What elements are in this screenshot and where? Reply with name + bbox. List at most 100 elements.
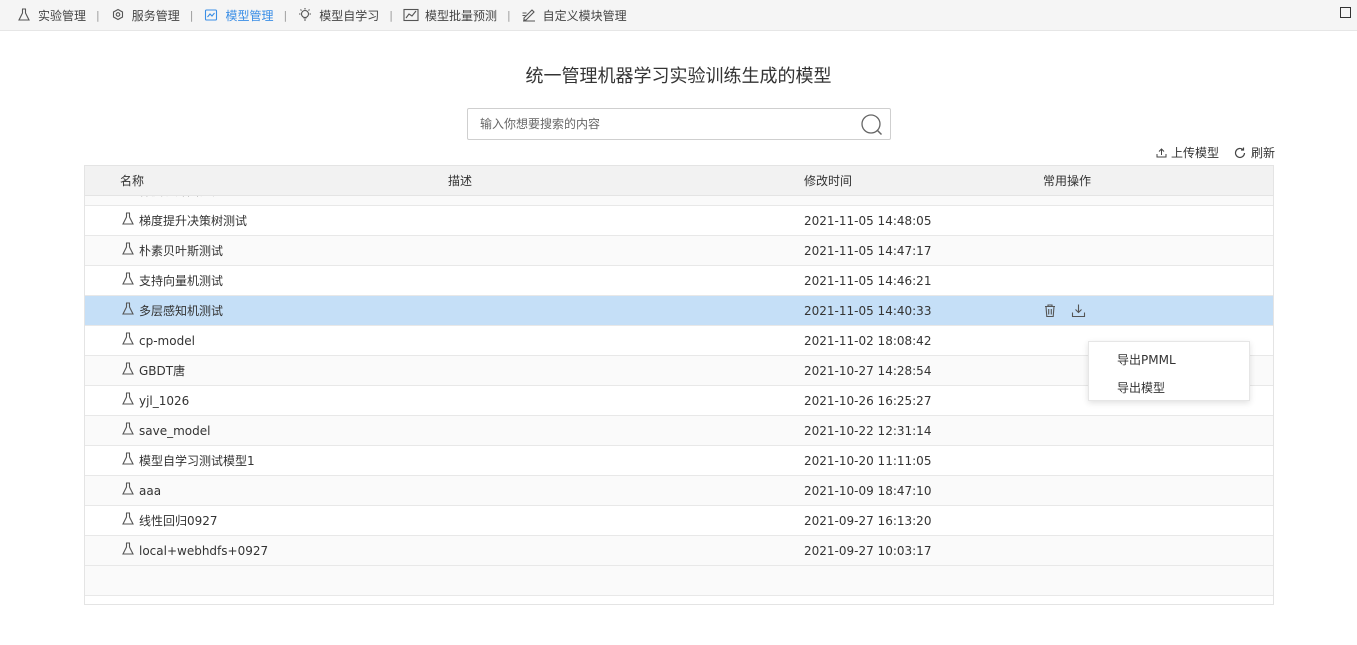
nav-label: 实验管理: [38, 8, 87, 23]
page-title: 统一管理机器学习实验训练生成的模型: [525, 66, 832, 87]
model-name: 多层感知机测试: [139, 304, 224, 318]
modified-time: 2021-11-05 14:40:33: [804, 304, 932, 318]
model-name: 模型自学习测试模型1: [139, 454, 255, 468]
trash-icon[interactable]: [1043, 303, 1059, 319]
flask-icon: [122, 302, 134, 315]
modified-time: 2021-11-05 14:48:05: [804, 214, 932, 228]
module-nav: 实验管理 | 服务管理 | 模型管理 | 模型自学习 | 模型批量预测 | 自定…: [16, 0, 627, 30]
table-header: 名称 描述 修改时间 常用操作: [85, 166, 1273, 196]
modified-time: 2021-11-02 18:08:42: [804, 334, 932, 348]
row-operations: [1043, 303, 1099, 319]
refresh-button[interactable]: 刷新: [1233, 144, 1275, 161]
model-name: local+webhdfs+0927: [139, 544, 269, 558]
search-input[interactable]: [468, 109, 860, 139]
search-icon[interactable]: [860, 113, 884, 137]
table-row[interactable]: 支持向量机测试 2021-11-05 14:46:21: [85, 266, 1273, 296]
table-row[interactable]: 线性回归0927 2021-09-27 16:13:20: [85, 506, 1273, 536]
nav-item-custom-modules[interactable]: 自定义模块管理: [521, 7, 627, 24]
model-name-cell: 支持向量机测试: [121, 266, 223, 296]
flask-icon: [16, 7, 32, 23]
table-row[interactable]: 朴素贝叶斯测试 2021-11-05 14:47:17: [85, 236, 1273, 266]
modified-time: 2021-11-05 14:46:21: [804, 274, 932, 288]
model-name: cp-model: [139, 334, 195, 348]
model-name: 朴素贝叶斯测试: [139, 244, 224, 258]
model-name-cell: cp-model: [121, 326, 195, 356]
nav-label: 模型管理: [225, 8, 274, 23]
modified-time: 2021-10-27 14:28:54: [804, 364, 932, 378]
model-name-cell: 朴素贝叶斯测试: [121, 236, 223, 266]
nav-separator: |: [283, 8, 288, 22]
modified-time: 2021-09-27 10:03:17: [804, 544, 932, 558]
column-header-description[interactable]: 描述: [448, 166, 472, 196]
flask-icon: [122, 332, 134, 345]
model-name: yjl_1026: [139, 394, 190, 408]
model-name: 支持向量机测试: [139, 274, 224, 288]
refresh-label: 刷新: [1250, 146, 1275, 160]
nav-item-models[interactable]: 模型管理: [203, 7, 273, 24]
nav-label: 模型批量预测: [424, 8, 497, 23]
nav-label: 自定义模块管理: [542, 8, 627, 23]
upload-icon: [1156, 148, 1167, 158]
flask-icon: [122, 542, 134, 555]
table-row[interactable]: save_model 2021-10-22 12:31:14: [85, 416, 1273, 446]
flask-icon: [122, 212, 134, 225]
model-name: GBDT唐: [139, 364, 186, 378]
model-name-cell: 模型自学习测试模型1: [121, 446, 255, 476]
chart-line-icon: [403, 7, 419, 23]
model-name-cell: 线性回归0927: [121, 506, 218, 536]
modified-time: 2021-10-22 12:31:14: [804, 424, 932, 438]
flask-icon: [122, 272, 134, 285]
column-header-operations: 常用操作: [1043, 174, 1092, 188]
nav-separator: |: [506, 8, 511, 22]
flask-icon: [122, 362, 134, 375]
nav-item-experiments[interactable]: 实验管理: [16, 7, 86, 24]
flask-icon: [122, 242, 134, 255]
export-model-item[interactable]: 导出模型: [1117, 379, 1165, 396]
nav-separator: |: [389, 8, 393, 22]
nav-label: 模型自学习: [319, 8, 380, 23]
nav-label: 服务管理: [131, 8, 180, 23]
model-name-cell: GBDT唐: [121, 356, 185, 386]
table-actions: 上传模型 刷新: [1156, 144, 1275, 161]
flask-icon: [122, 422, 134, 435]
model-name: save_model: [139, 424, 211, 438]
flask-icon: [122, 452, 134, 465]
table-row[interactable]: aaa 2021-10-09 18:47:10: [85, 476, 1273, 506]
upload-model-button[interactable]: 上传模型: [1156, 144, 1219, 161]
table-row[interactable]: 多层感知机测试 2021-11-05 14:40:33: [85, 296, 1273, 326]
model-name: aaa: [139, 484, 162, 498]
column-header-name[interactable]: 名称: [120, 166, 144, 196]
nav-item-self-learning[interactable]: 模型自学习: [297, 7, 379, 24]
model-name: 梯度提升决策树测试: [139, 214, 248, 228]
model-name-cell: 多层感知机测试: [121, 296, 223, 326]
top-nav-bar: 实验管理 | 服务管理 | 模型管理 | 模型自学习 | 模型批量预测 | 自定…: [0, 0, 1357, 31]
model-name-cell: save_model: [121, 416, 210, 446]
table-row-partial[interactable]: [85, 566, 1273, 596]
table-row[interactable]: 梯度提升决策树测试 2021-11-05 14:48:05: [85, 206, 1273, 236]
modified-time: 2021-10-09 18:47:10: [804, 484, 932, 498]
maximize-icon[interactable]: [1340, 7, 1351, 18]
flask-icon: [122, 482, 134, 495]
modified-time: 2021-10-26 16:25:27: [804, 394, 932, 408]
export-dropdown: 导出PMML 导出模型: [1088, 341, 1250, 401]
table-row[interactable]: local+webhdfs+0927 2021-09-27 10:03:17: [85, 536, 1273, 566]
table-row[interactable]: 模型自学习测试模型1 2021-10-20 11:11:05: [85, 446, 1273, 476]
model-icon: [203, 7, 219, 23]
model-name: 线性回归0927: [139, 514, 218, 528]
flask-icon: [122, 392, 134, 405]
download-icon[interactable]: [1071, 303, 1087, 319]
edit-module-icon: [521, 7, 537, 23]
search-box: [467, 108, 891, 140]
model-name-cell: aaa: [121, 476, 161, 506]
nav-separator: |: [96, 8, 100, 22]
column-header-modified[interactable]: 修改时间: [804, 166, 852, 196]
lightbulb-icon: [297, 7, 313, 23]
modified-time: 2021-10-20 11:11:05: [804, 454, 932, 468]
export-pmml-item[interactable]: 导出PMML: [1117, 351, 1176, 368]
model-name-cell: 梯度提升决策树测试: [121, 206, 247, 236]
nav-item-batch-predict[interactable]: 模型批量预测: [403, 7, 497, 24]
modified-time: 2021-09-27 16:13:20: [804, 514, 932, 528]
nav-item-services[interactable]: 服务管理: [110, 7, 180, 24]
refresh-icon: [1234, 147, 1246, 158]
upload-label: 上传模型: [1170, 146, 1219, 160]
